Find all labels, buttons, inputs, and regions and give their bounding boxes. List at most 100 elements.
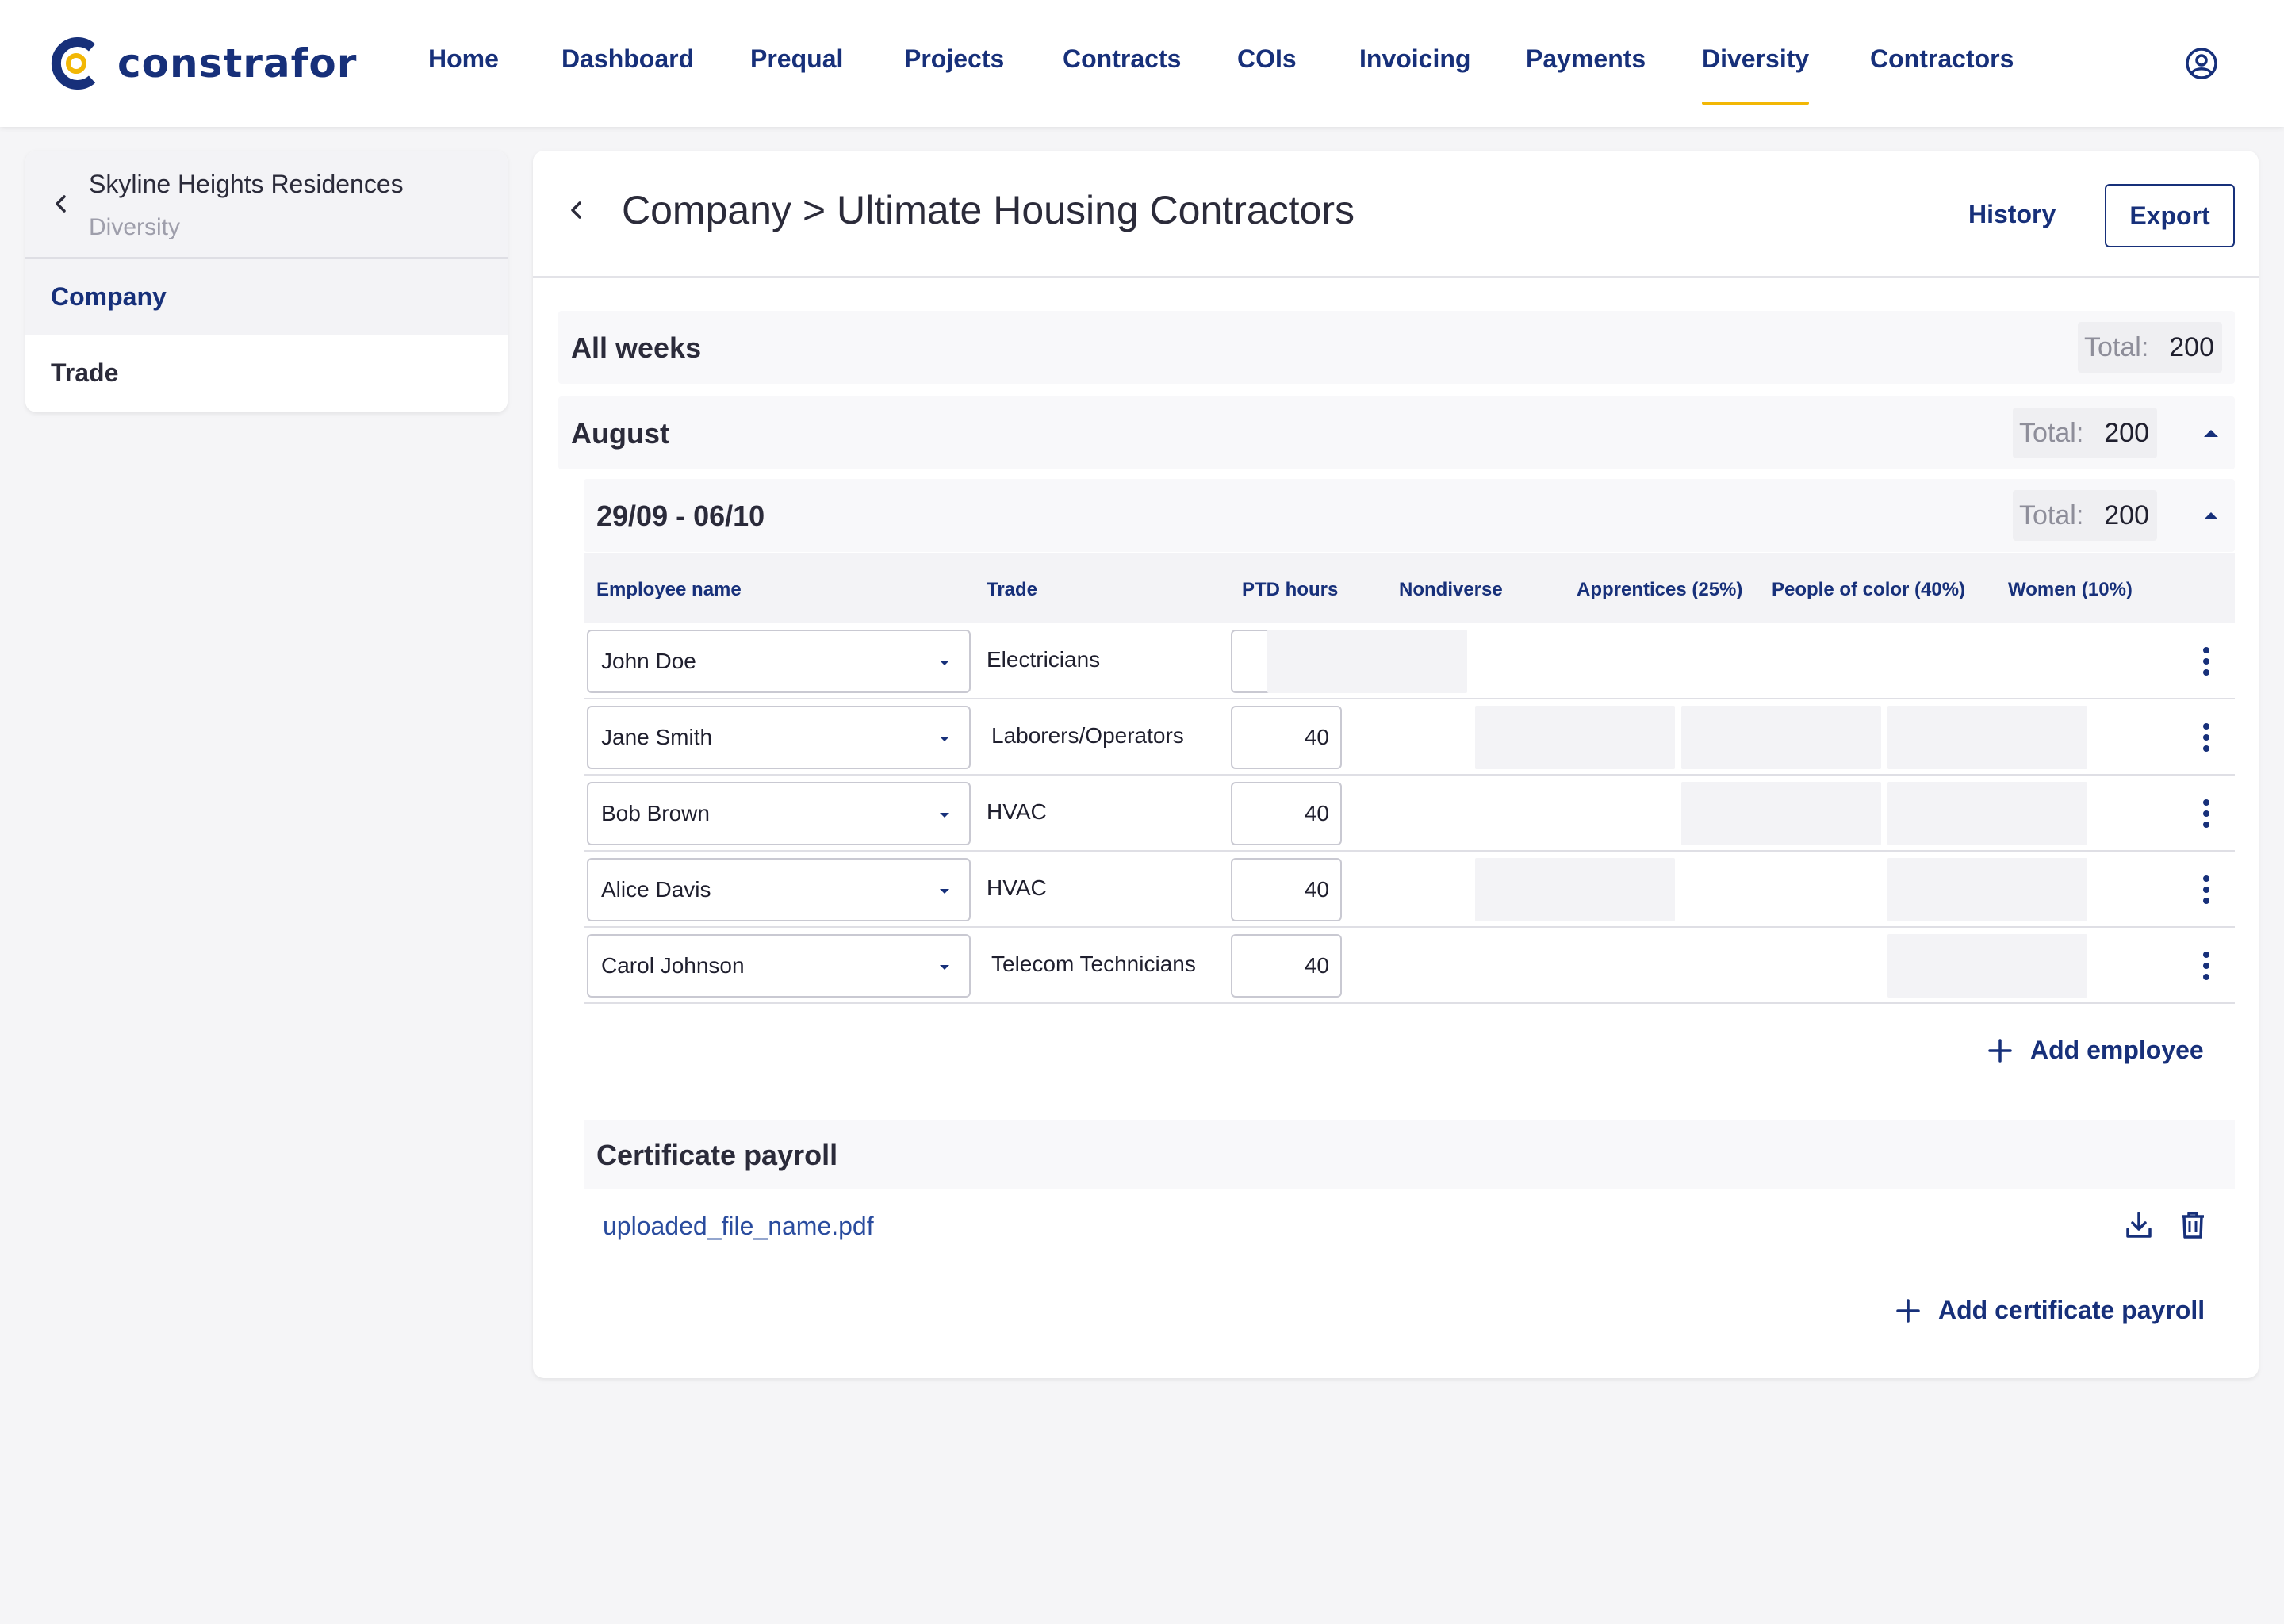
top-navigation-bar: constrafor Home Dashboard Prequal Projec… (0, 0, 2284, 127)
add-employee-button[interactable]: Add employee (1987, 1036, 2204, 1065)
table-row: Alice Davis HVAC 40 (584, 852, 2235, 928)
month-total: Total: 200 (2013, 408, 2157, 458)
nav-payments[interactable]: Payments (1526, 44, 1646, 74)
women-cell[interactable] (1887, 858, 2087, 921)
header-divider (533, 276, 2259, 278)
table-header: Employee name Trade PTD hours Nondiverse… (584, 553, 2235, 623)
download-icon[interactable] (2124, 1210, 2154, 1240)
column-nondiverse: Nondiverse (1399, 579, 1503, 600)
trade-value: Telecom Technicians (991, 952, 1196, 976)
column-ptd-hours: PTD hours (1242, 579, 1339, 600)
dropdown-caret-icon (940, 813, 949, 818)
total-label: Total: (2084, 331, 2149, 362)
apprentices-cell[interactable] (1475, 706, 1675, 769)
column-people-of-color: People of color (40%) (1772, 579, 1966, 600)
sidebar-item-trade[interactable]: Trade (25, 335, 508, 411)
more-options-icon[interactable] (2202, 722, 2211, 753)
apprentices-cell[interactable] (1475, 858, 1675, 921)
nav-contractors[interactable]: Contractors (1870, 44, 2014, 74)
women-cell[interactable] (1887, 934, 2087, 998)
ptd-hours-input[interactable]: 40 (1231, 782, 1342, 845)
logo-text: constrafor (117, 40, 358, 86)
history-button[interactable]: History (1968, 200, 2056, 229)
table-row: John DoeElectricians40 (584, 623, 2235, 699)
employee-name-value: Bob Brown (601, 801, 710, 825)
nav-dashboard[interactable]: Dashboard (561, 44, 694, 74)
all-weeks-total: Total: 200 (2078, 322, 2222, 373)
month-band[interactable] (558, 396, 2235, 469)
dropdown-caret-icon (940, 965, 949, 970)
plus-icon (1988, 1038, 2012, 1063)
back-chevron-icon[interactable] (565, 198, 588, 222)
women-cell[interactable] (1887, 782, 2087, 845)
sidebar-project-name: Skyline Heights Residences (89, 170, 404, 198)
certificate-payroll-title: Certificate payroll (596, 1139, 838, 1171)
collapse-caret-icon[interactable] (2202, 510, 2221, 521)
nav-invoicing[interactable]: Invoicing (1359, 44, 1470, 74)
trade-value: Electricians (987, 647, 1101, 672)
all-weeks-label: All weeks (571, 331, 702, 364)
ptd-hours-input[interactable]: 40 (1231, 858, 1342, 921)
trade-value: HVAC (987, 875, 1047, 900)
column-apprentices: Apprentices (25%) (1577, 579, 1743, 600)
sidebar: Skyline Heights Residences Diversity Com… (25, 151, 508, 412)
more-options-icon[interactable] (2202, 874, 2211, 906)
page-title: Company > Ultimate Housing Contractors (622, 188, 1355, 232)
week-band[interactable] (584, 479, 2235, 552)
women-cell[interactable] (1887, 706, 2087, 769)
people-of-color-cell[interactable] (1681, 782, 1881, 845)
more-options-icon[interactable] (2202, 645, 2211, 677)
employee-name-select[interactable]: Bob Brown (587, 782, 971, 845)
nondiverse-cell[interactable] (1267, 630, 1467, 693)
trash-icon[interactable] (2178, 1210, 2208, 1240)
constrafor-logo-icon (51, 37, 96, 90)
month-label: August (571, 417, 669, 450)
employee-name-select[interactable]: John Doe (587, 630, 971, 693)
constrafor-logo[interactable]: constrafor (49, 35, 357, 92)
sidebar-item-company[interactable]: Company (25, 259, 508, 335)
total-value: 200 (2104, 500, 2149, 530)
user-circle-icon[interactable] (2184, 46, 2219, 81)
chevron-left-icon[interactable] (49, 192, 73, 216)
employee-name-value: Carol Johnson (601, 953, 745, 978)
add-employee-label: Add employee (2030, 1036, 2204, 1064)
column-employee-name: Employee name (596, 579, 742, 600)
nav-prequal[interactable]: Prequal (750, 44, 843, 74)
sidebar-project-header[interactable]: Skyline Heights Residences Diversity (25, 151, 508, 259)
dropdown-caret-icon (940, 661, 949, 665)
ptd-hours-input[interactable]: 40 (1231, 934, 1342, 998)
column-trade: Trade (987, 579, 1038, 600)
nav-cois[interactable]: COIs (1237, 44, 1297, 74)
main-panel: Company > Ultimate Housing Contractors H… (533, 151, 2259, 1378)
nav-contracts[interactable]: Contracts (1063, 44, 1181, 74)
trade-value: Laborers/Operators (991, 723, 1184, 748)
uploaded-file-link[interactable]: uploaded_file_name.pdf (603, 1212, 874, 1241)
ptd-hours-input[interactable]: 40 (1231, 706, 1342, 769)
trade-value: HVAC (987, 799, 1047, 824)
column-women: Women (10%) (2008, 579, 2133, 600)
more-options-icon[interactable] (2202, 798, 2211, 829)
employee-name-value: Alice Davis (601, 877, 711, 902)
nav-home[interactable]: Home (428, 44, 499, 74)
add-certificate-payroll-button[interactable]: Add certificate payroll (1895, 1296, 2205, 1325)
employee-name-select[interactable]: Alice Davis (587, 858, 971, 921)
employee-name-select[interactable]: Carol Johnson (587, 934, 971, 998)
employee-name-value: John Doe (601, 649, 696, 673)
nav-projects[interactable]: Projects (904, 44, 1004, 74)
total-value: 200 (2169, 331, 2214, 362)
collapse-caret-icon[interactable] (2202, 427, 2221, 439)
sidebar-section-name: Diversity (89, 214, 181, 240)
table-row: Bob Brown HVAC 40 (584, 776, 2235, 852)
total-label: Total: (2019, 500, 2084, 530)
employee-name-select[interactable]: Jane Smith (587, 706, 971, 769)
more-options-icon[interactable] (2202, 950, 2211, 982)
export-button[interactable]: Export (2105, 184, 2235, 247)
employee-name-value: Jane Smith (601, 725, 713, 749)
table-row: Jane Smith Laborers/Operators 40 (584, 699, 2235, 776)
week-label: 29/09 - 06/10 (596, 500, 765, 532)
all-weeks-band (558, 311, 2235, 384)
nav-diversity[interactable]: Diversity (1702, 44, 1810, 105)
people-of-color-cell[interactable] (1681, 706, 1881, 769)
total-label: Total: (2019, 417, 2084, 448)
week-total: Total: 200 (2013, 490, 2157, 541)
